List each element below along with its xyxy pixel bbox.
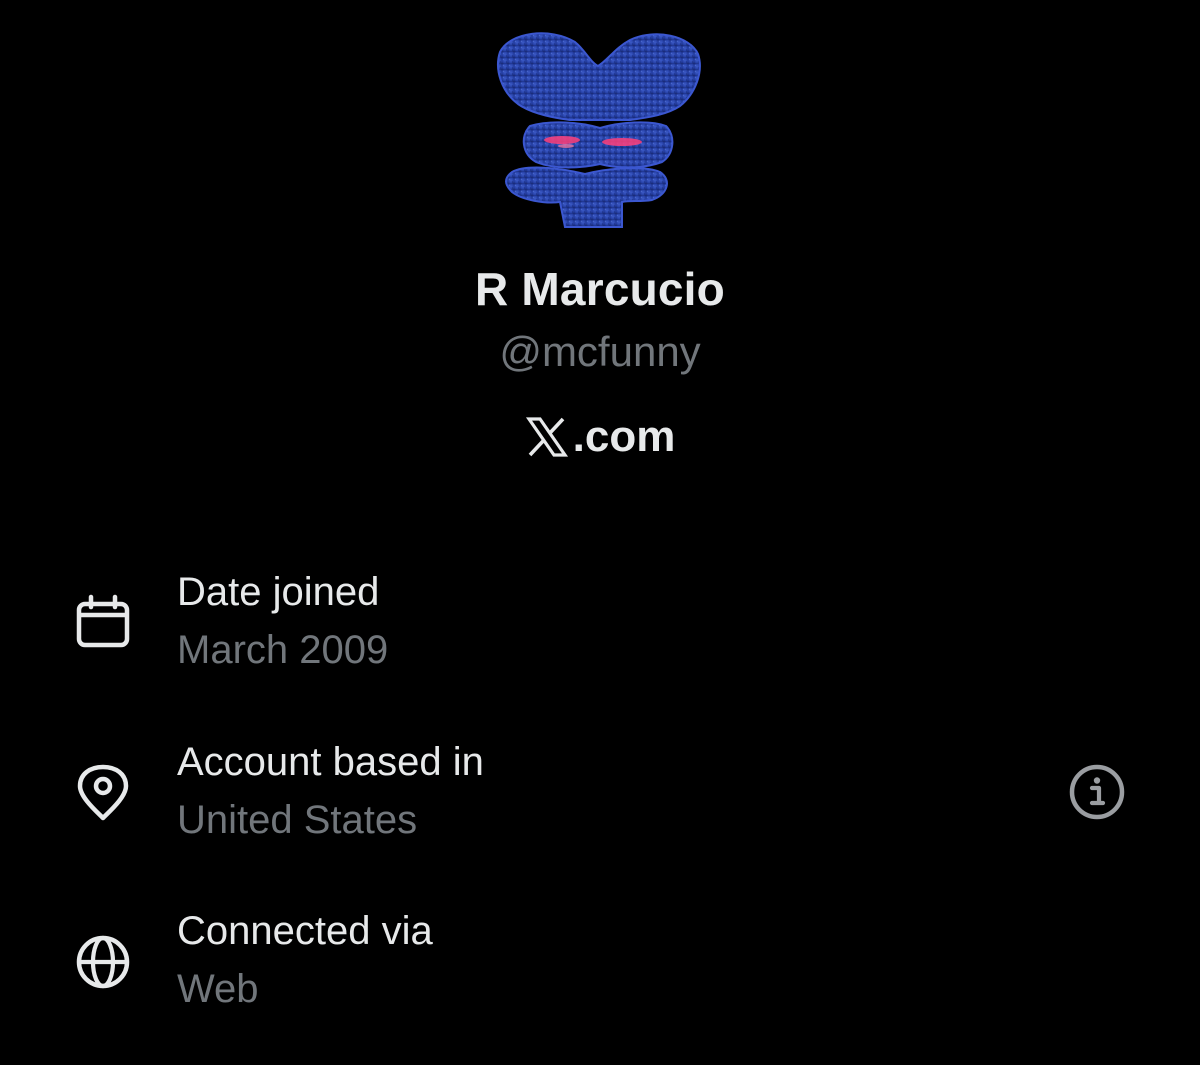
detail-row-account-based-in: Account based in United States: [0, 740, 1200, 860]
detail-label: Account based in: [177, 740, 484, 784]
brand-domain: .com: [0, 412, 1200, 462]
brand-domain-text: .com: [572, 412, 676, 461]
brain-section-avatar: [497, 32, 701, 228]
detail-row-date-joined: Date joined March 2009: [0, 570, 1200, 690]
detail-row-connected-via: Connected via Web: [0, 909, 1200, 1029]
x-logo-icon: [525, 416, 569, 458]
avatar[interactable]: [490, 22, 710, 232]
detail-value: March 2009: [177, 628, 389, 672]
location-pin-icon: [74, 764, 132, 822]
username-handle: @mcfunny: [499, 328, 701, 375]
info-icon[interactable]: [1067, 762, 1127, 822]
display-name: R Marcucio: [475, 263, 725, 315]
detail-value: United States: [177, 798, 418, 842]
detail-label: Connected via: [177, 909, 433, 953]
globe-icon: [74, 933, 132, 991]
detail-label: Date joined: [177, 570, 380, 614]
calendar-icon: [74, 594, 132, 652]
detail-value: Web: [177, 967, 259, 1011]
